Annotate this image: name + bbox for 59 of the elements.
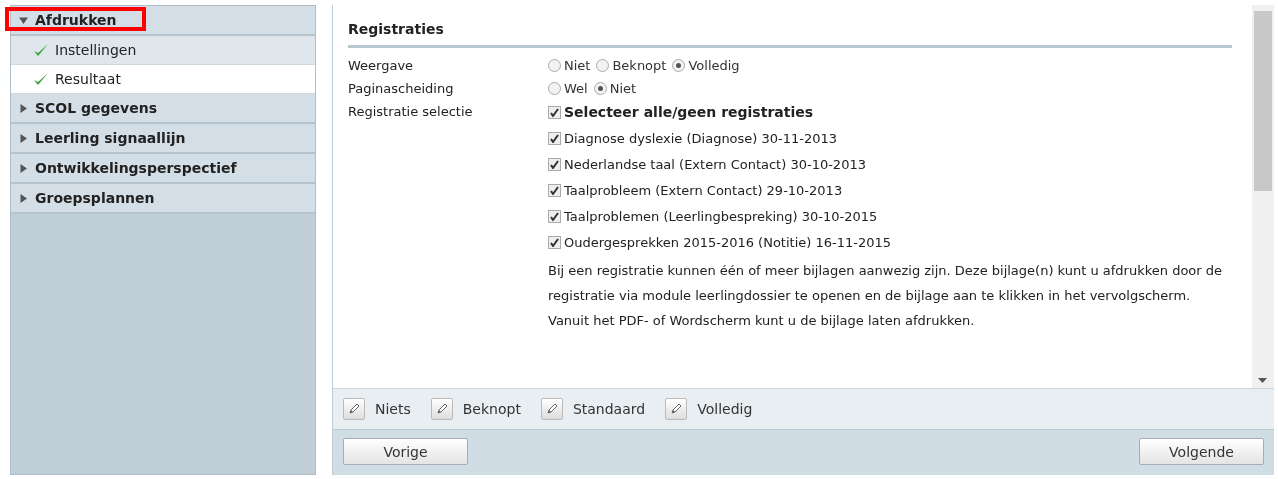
radio-option[interactable]: Niet xyxy=(593,81,637,96)
group-label: SCOL gegevens xyxy=(35,100,157,116)
previous-button[interactable]: Vorige xyxy=(343,438,468,465)
radio-option[interactable]: Volledig xyxy=(672,58,740,73)
caret-right-icon xyxy=(19,103,28,113)
info-text: Bij een registratie kunnen één of meer bijlagen aanwezig zijn. Deze bijlage(n) kunt u afdrukken door de registratie via module leerlingdossier te openen en de bijlage aan te klikken in het vervolgscherm. Vanuit het PDF- of Wordscherm kunt u de bijlage laten afdrukken. xyxy=(548,262,1224,330)
caret-right-icon xyxy=(19,163,28,173)
sidebar-item[interactable]: Resultaat xyxy=(11,65,315,94)
checkbox-option[interactable]: Oudergesprekken 2015-2016 (Notitie) 16-11-2015 xyxy=(548,235,1232,250)
pencil-icon xyxy=(540,398,563,420)
check-icon xyxy=(33,42,49,58)
group-label: Afdrukken xyxy=(35,12,117,28)
radio-button[interactable] xyxy=(548,59,561,72)
checkbox[interactable] xyxy=(548,158,561,171)
sidebar-group[interactable]: SCOL gegevens xyxy=(11,94,315,124)
field-label: Registratie selectie xyxy=(348,104,474,121)
radio-button[interactable] xyxy=(596,59,610,72)
pencil-icon xyxy=(430,398,453,420)
sidebar-group[interactable]: Leerling signaallijn xyxy=(11,124,315,154)
checkbox[interactable] xyxy=(548,184,561,197)
preset-button[interactable]: Standaard xyxy=(540,398,646,420)
field-label: Weergave xyxy=(348,58,415,73)
preset-button[interactable]: Niets xyxy=(343,398,411,420)
group-label: Ontwikkelingsperspectief xyxy=(35,160,237,176)
checkbox[interactable] xyxy=(548,105,561,119)
sidebar-group[interactable]: Groepsplannen xyxy=(11,184,315,214)
sidebar-group[interactable]: Ontwikkelingsperspectief xyxy=(11,154,315,184)
checkbox[interactable] xyxy=(548,210,561,223)
group-label: Groepsplannen xyxy=(35,190,155,206)
checkbox-option[interactable]: Diagnose dyslexie (Diagnose) 30-11-2013 xyxy=(548,131,1232,146)
scrollbar[interactable] xyxy=(1252,5,1274,388)
scroll-down-icon[interactable] xyxy=(1258,378,1267,384)
radio-option[interactable]: Beknopt xyxy=(596,58,667,73)
preset-button[interactable]: Volledig xyxy=(665,398,753,420)
radio-option[interactable]: Wel xyxy=(548,81,588,96)
checkbox-option[interactable]: Nederlandse taal (Extern Contact) 30-10-2013 xyxy=(548,157,1232,172)
caret-right-icon xyxy=(19,193,28,203)
radio-button[interactable] xyxy=(548,82,561,95)
checkbox[interactable] xyxy=(548,132,561,145)
checkbox[interactable] xyxy=(548,236,561,249)
section-title: Registraties xyxy=(348,15,1232,48)
item-label: Resultaat xyxy=(55,71,121,87)
checkbox-option[interactable]: Selecteer alle/geen registraties xyxy=(548,104,1232,120)
radio-button[interactable] xyxy=(593,82,607,95)
item-label: Instellingen xyxy=(55,42,137,58)
caret-down-icon xyxy=(19,15,28,25)
check-icon xyxy=(33,71,49,87)
field-label: Paginascheiding xyxy=(348,81,455,96)
radio-option[interactable]: Niet xyxy=(548,58,591,73)
checkbox-option[interactable]: Taalproblemen (Leerlingbespreking) 30-10-2015 xyxy=(548,209,1232,224)
sidebar-item[interactable]: Instellingen xyxy=(11,36,315,65)
next-button[interactable]: Volgende xyxy=(1139,438,1264,465)
caret-right-icon xyxy=(19,133,28,143)
checkbox-option[interactable]: Taalprobleem (Extern Contact) 29-10-2013 xyxy=(548,183,1232,198)
preset-button[interactable]: Beknopt xyxy=(430,398,521,420)
pencil-icon xyxy=(343,398,365,420)
radio-button[interactable] xyxy=(672,59,686,72)
pencil-icon xyxy=(665,398,688,420)
group-label: Leerling signaallijn xyxy=(35,130,186,146)
